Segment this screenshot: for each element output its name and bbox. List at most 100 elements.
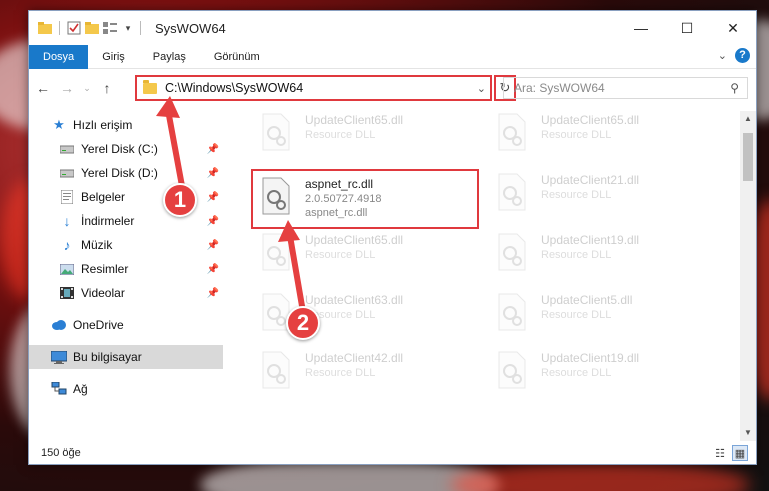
file-description: Resource DLL [305, 129, 376, 141]
pin-icon[interactable]: 📌 [207, 240, 219, 251]
sidebar-item-local-disk-d[interactable]: Yerel Disk (D:) 📌 [29, 161, 223, 185]
up-arrow-icon[interactable]: ↑ [97, 78, 117, 98]
expand-ribbon-icon[interactable]: ⌄ [718, 49, 727, 62]
sidebar-item-label: Hızlı erişim [73, 118, 133, 132]
pin-icon[interactable]: 📌 [207, 288, 219, 299]
sidebar-item-label: Yerel Disk (D:) [81, 166, 158, 180]
list-item[interactable]: UpdateClient19.dll Resource DLL [497, 351, 717, 399]
close-button[interactable]: ✕ [710, 11, 756, 45]
recent-locations-icon[interactable]: ⌄ [81, 78, 93, 98]
new-folder-icon[interactable] [84, 20, 100, 36]
folder-icon [143, 79, 157, 94]
sidebar-item-label: Resimler [81, 262, 129, 276]
dll-file-icon [497, 173, 531, 213]
file-name: UpdateClient19.dll [541, 233, 640, 247]
properties-icon[interactable] [66, 20, 82, 36]
list-item[interactable]: UpdateClient5.dll Resource DLL [497, 293, 717, 341]
status-bar: 150 öğe ☷ ▦ [29, 442, 756, 464]
file-name: aspnet_rc.dll [305, 177, 374, 191]
file-name: UpdateClient63.dll [305, 293, 404, 307]
file-version: 2.0.50727.4918 [305, 193, 382, 205]
sidebar-item-quick-access[interactable]: ★ Hızlı erişim [29, 113, 223, 137]
list-item-aspnet-rc[interactable]: aspnet_rc.dll 2.0.50727.4918 aspnet_rc.d… [251, 169, 479, 229]
dll-file-icon [261, 233, 295, 273]
list-item[interactable]: UpdateClient21.dll Resource DLL [497, 173, 717, 221]
address-bar[interactable]: C:\Windows\SysWOW64 ⌄ [135, 75, 492, 101]
file-description: aspnet_rc.dll [305, 207, 368, 219]
window-title: SysWOW64 [155, 20, 226, 36]
customize-toolbar-icon[interactable]: ▾ [120, 20, 136, 36]
sidebar-item-network[interactable]: Ağ [29, 377, 223, 401]
maximize-button[interactable]: ☐ [664, 11, 710, 45]
explorer-window: ▾ SysWOW64 — ☐ ✕ Dosya Giriş Paylaş Görü… [28, 10, 757, 465]
pictures-icon [59, 261, 75, 277]
list-item[interactable]: UpdateClient19.dll Resource DLL [497, 233, 717, 281]
dll-file-icon [497, 113, 531, 153]
pin-icon[interactable]: 📌 [207, 216, 219, 227]
file-description: Resource DLL [305, 367, 376, 379]
large-icons-view-icon[interactable]: ▦ [732, 445, 748, 461]
minimize-button[interactable]: — [618, 11, 664, 45]
dll-file-icon [261, 113, 295, 153]
address-dropdown-icon[interactable]: ⌄ [477, 82, 486, 95]
ribbon-tabs: Dosya Giriş Paylaş Görünüm ⌄ ? [29, 44, 756, 69]
folder-icon[interactable] [37, 20, 53, 36]
tab-view[interactable]: Görünüm [200, 45, 274, 69]
dll-file-icon [497, 233, 531, 273]
pin-icon[interactable]: 📌 [207, 168, 219, 179]
vertical-scrollbar[interactable]: ▲ ▼ [740, 111, 756, 441]
file-description: Resource DLL [541, 189, 612, 201]
sidebar-item-onedrive[interactable]: OneDrive [29, 313, 223, 337]
sidebar-item-label: OneDrive [73, 318, 124, 332]
list-item[interactable]: UpdateClient42.dll Resource DLL [261, 351, 481, 399]
music-icon: ♪ [63, 237, 71, 253]
help-icon[interactable]: ? [735, 48, 750, 63]
address-path: C:\Windows\SysWOW64 [165, 81, 304, 95]
sidebar-item-label: Müzik [81, 238, 113, 252]
sidebar-item-label: Yerel Disk (C:) [81, 142, 158, 156]
documents-icon [59, 189, 75, 205]
tab-home[interactable]: Giriş [88, 45, 139, 69]
pin-icon[interactable]: 📌 [207, 264, 219, 275]
forward-arrow-icon[interactable]: → [57, 78, 77, 98]
list-item[interactable]: UpdateClient65.dll Resource DLL [261, 233, 481, 281]
tab-share[interactable]: Paylaş [139, 45, 200, 69]
list-item[interactable]: UpdateClient65.dll Resource DLL [497, 113, 717, 161]
navigation-bar: ← → ⌄ ↑ C:\Windows\SysWOW64 ⌄ ↻ Ara: Sys… [29, 73, 756, 103]
view-switcher: ☷ ▦ [712, 445, 748, 461]
sidebar-item-pictures[interactable]: Resimler 📌 [29, 257, 223, 281]
pin-icon[interactable]: 📌 [207, 192, 219, 203]
file-description: Resource DLL [541, 249, 612, 261]
sidebar-item-label: Ağ [73, 382, 88, 396]
file-name: UpdateClient65.dll [541, 113, 640, 127]
star-icon: ★ [53, 117, 65, 132]
list-item[interactable]: UpdateClient65.dll Resource DLL [261, 113, 481, 161]
pin-icon[interactable]: 📌 [207, 144, 219, 155]
scroll-up-icon[interactable]: ▲ [740, 111, 756, 127]
file-name: UpdateClient19.dll [541, 351, 640, 365]
dll-file-icon [497, 293, 531, 333]
videos-icon [59, 285, 75, 301]
computer-icon [51, 349, 67, 365]
details-view-icon[interactable]: ☷ [712, 445, 728, 461]
cloud-icon [51, 317, 67, 333]
file-name: UpdateClient5.dll [541, 293, 633, 307]
dll-file-icon [261, 351, 295, 391]
file-description: Resource DLL [541, 309, 612, 321]
network-icon [51, 381, 67, 397]
sidebar-item-this-pc[interactable]: Bu bilgisayar [29, 345, 223, 369]
sidebar-item-label: Videolar [81, 286, 125, 300]
scroll-thumb[interactable] [743, 133, 753, 181]
search-input[interactable]: Ara: SysWOW64 ⚲ [503, 77, 748, 99]
sidebar-item-local-disk-c[interactable]: Yerel Disk (C:) 📌 [29, 137, 223, 161]
sidebar-item-downloads[interactable]: ↓ İndirmeler 📌 [29, 209, 223, 233]
back-arrow-icon[interactable]: ← [33, 78, 53, 98]
tab-file[interactable]: Dosya [29, 44, 89, 69]
title-divider [140, 21, 141, 35]
scroll-down-icon[interactable]: ▼ [740, 425, 756, 441]
view-options-icon[interactable] [102, 20, 118, 36]
sidebar-item-videos[interactable]: Videolar 📌 [29, 281, 223, 305]
sidebar-item-music[interactable]: ♪ Müzik 📌 [29, 233, 223, 257]
file-name: UpdateClient65.dll [305, 113, 404, 127]
file-description: Resource DLL [541, 367, 612, 379]
